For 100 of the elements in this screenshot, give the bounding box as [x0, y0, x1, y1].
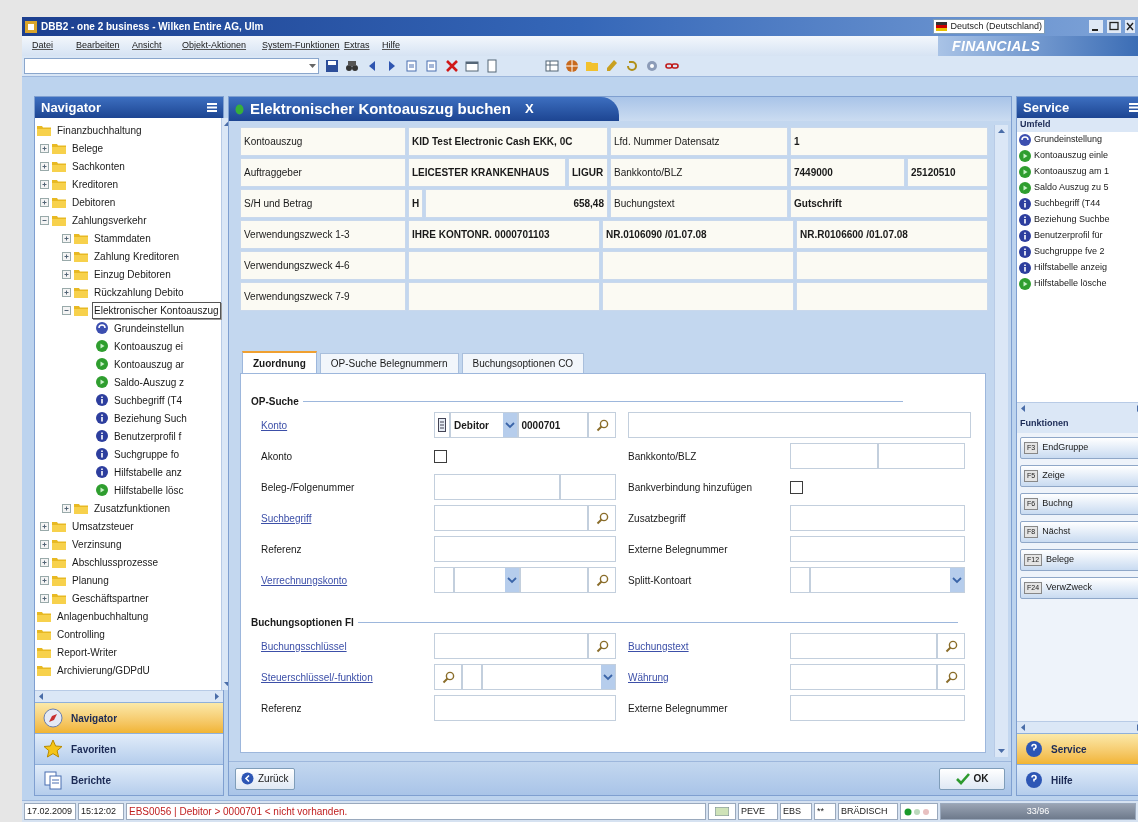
checkbox[interactable]: [790, 480, 803, 494]
form-tab[interactable]: OP-Suche Belegnummern: [319, 353, 459, 373]
expand-icon[interactable]: [61, 502, 72, 514]
list-item[interactable]: Suchgruppe fve 2: [1034, 244, 1105, 259]
tree-item[interactable]: Hilfstabelle lösc: [112, 481, 186, 499]
checkbox[interactable]: [434, 449, 447, 463]
expand-icon[interactable]: [39, 178, 50, 190]
scrollbar[interactable]: [994, 125, 1008, 757]
search-button[interactable]: [434, 664, 462, 690]
dropdown[interactable]: Debitor: [450, 412, 518, 438]
expand-icon[interactable]: [61, 250, 72, 262]
expand-icon[interactable]: [39, 538, 50, 550]
expand-icon[interactable]: [39, 160, 50, 172]
tree-item[interactable]: Suchgruppe fo: [112, 445, 182, 463]
document-tab[interactable]: Elektronischer Kontoauszug buchen X: [229, 97, 619, 121]
binoculars-icon[interactable]: [345, 59, 359, 73]
panel-section-tab[interactable]: Berichte: [35, 764, 223, 795]
search-button[interactable]: [588, 505, 616, 531]
menu-item[interactable]: Bearbeiten: [76, 39, 132, 53]
collapse-icon[interactable]: [61, 304, 72, 316]
collapse-icon[interactable]: [39, 214, 50, 226]
input-field[interactable]: [434, 474, 560, 500]
input-field[interactable]: [434, 505, 588, 531]
menu-icon[interactable]: [1129, 103, 1138, 112]
window-icon[interactable]: [465, 59, 479, 73]
list-item[interactable]: Hilfstabelle lösche: [1034, 276, 1107, 291]
tree-item[interactable]: Geschäftspartner: [70, 589, 151, 607]
tree-item[interactable]: Kontoauszug ar: [112, 355, 187, 373]
panel-section-tab[interactable]: Hilfe: [1017, 764, 1138, 795]
field-link[interactable]: Konto: [261, 417, 288, 433]
list-item[interactable]: Grundeinstellung: [1034, 132, 1103, 147]
menu-item[interactable]: Objekt-Aktionen: [182, 39, 262, 53]
field-link[interactable]: Buchungsschlüssel: [261, 638, 347, 654]
panel-section-tab[interactable]: Service: [1017, 733, 1138, 764]
input-field[interactable]: [790, 695, 965, 721]
page-icon[interactable]: [425, 59, 439, 73]
input-field[interactable]: [790, 633, 937, 659]
panel-section-tab[interactable]: Navigator: [35, 702, 223, 733]
tree-item[interactable]: Zusatzfunktionen: [92, 499, 173, 517]
minimize-icon[interactable]: [1089, 20, 1103, 33]
save-icon[interactable]: [325, 59, 339, 73]
list-item[interactable]: Benutzerprofil für: [1034, 228, 1103, 243]
input-field[interactable]: [877, 443, 965, 469]
expand-icon[interactable]: [39, 520, 50, 532]
page-icon[interactable]: [405, 59, 419, 73]
tree-item[interactable]: Saldo-Auszug z: [112, 373, 187, 391]
scroll-right-icon[interactable]: [213, 692, 221, 701]
back-button[interactable]: Zurück: [235, 767, 295, 790]
tree-item[interactable]: Archivierung/GDPdU: [55, 661, 152, 679]
form-tab[interactable]: Zuordnung: [242, 351, 317, 373]
input-field[interactable]: [434, 567, 454, 593]
input-field[interactable]: 0000701: [517, 412, 588, 438]
search-button[interactable]: [588, 567, 616, 593]
input-field[interactable]: [434, 633, 588, 659]
field-link[interactable]: Verrechnungskonto: [261, 572, 348, 588]
tree-item[interactable]: Verzinsung: [70, 535, 124, 553]
tree-item[interactable]: Abschlussprozesse: [70, 553, 161, 571]
expand-icon[interactable]: [39, 556, 50, 568]
tree-item-tooltip[interactable]: Elektronischer Kontoauszug: [92, 301, 221, 319]
list-item[interactable]: Hilfstabelle anzeig: [1034, 260, 1108, 275]
tree-item[interactable]: Beziehung Such: [112, 409, 189, 427]
menu-icon[interactable]: [207, 103, 217, 112]
tree-item[interactable]: Hilfstabelle anz: [112, 463, 184, 481]
panel-section-tab[interactable]: Favoriten: [35, 733, 223, 764]
expand-icon[interactable]: [39, 142, 50, 154]
menu-item[interactable]: Datei: [32, 39, 76, 53]
tree-item[interactable]: Report-Writer: [55, 643, 119, 661]
ok-button[interactable]: OK: [939, 767, 1005, 790]
undo-icon[interactable]: [625, 59, 639, 73]
input-field[interactable]: [434, 695, 616, 721]
search-button[interactable]: [588, 633, 616, 659]
tree-item[interactable]: Rückzahlung Debito: [92, 283, 186, 301]
search-button[interactable]: [588, 412, 616, 438]
scrollbar[interactable]: [1017, 721, 1138, 733]
settings-icon[interactable]: [645, 59, 659, 73]
input-field[interactable]: [790, 567, 810, 593]
list-item[interactable]: Saldo Auszug zu 5: [1034, 180, 1109, 195]
type-button[interactable]: [434, 412, 450, 438]
scroll-up-icon[interactable]: [997, 127, 1006, 135]
tree-item[interactable]: Benutzerprofil f: [112, 427, 184, 445]
expand-icon[interactable]: [39, 574, 50, 586]
tree-item[interactable]: Debitoren: [70, 193, 118, 211]
input-field[interactable]: [462, 664, 482, 690]
input-field[interactable]: [790, 505, 965, 531]
input-field[interactable]: [790, 536, 965, 562]
field-link[interactable]: Währung: [628, 669, 669, 685]
list-item[interactable]: Suchbegriff (T44: [1034, 196, 1101, 211]
search-button[interactable]: [937, 664, 965, 690]
menu-item[interactable]: Extras: [344, 39, 382, 53]
tree-item[interactable]: Zahlung Kreditoren: [92, 247, 182, 265]
scrollbar[interactable]: [35, 690, 223, 702]
expand-icon[interactable]: [61, 268, 72, 280]
close-tab-button[interactable]: X: [524, 99, 534, 119]
scroll-left-icon[interactable]: [37, 692, 45, 701]
language-selector[interactable]: Deutsch (Deutschland): [933, 19, 1045, 34]
search-button[interactable]: [937, 633, 965, 659]
menu-item[interactable]: System-Funktionen: [262, 39, 344, 53]
field-link[interactable]: Steuerschlüssel/-funktion: [261, 669, 373, 685]
expand-icon[interactable]: [61, 232, 72, 244]
tree-item[interactable]: Kontoauszug ei: [112, 337, 185, 355]
